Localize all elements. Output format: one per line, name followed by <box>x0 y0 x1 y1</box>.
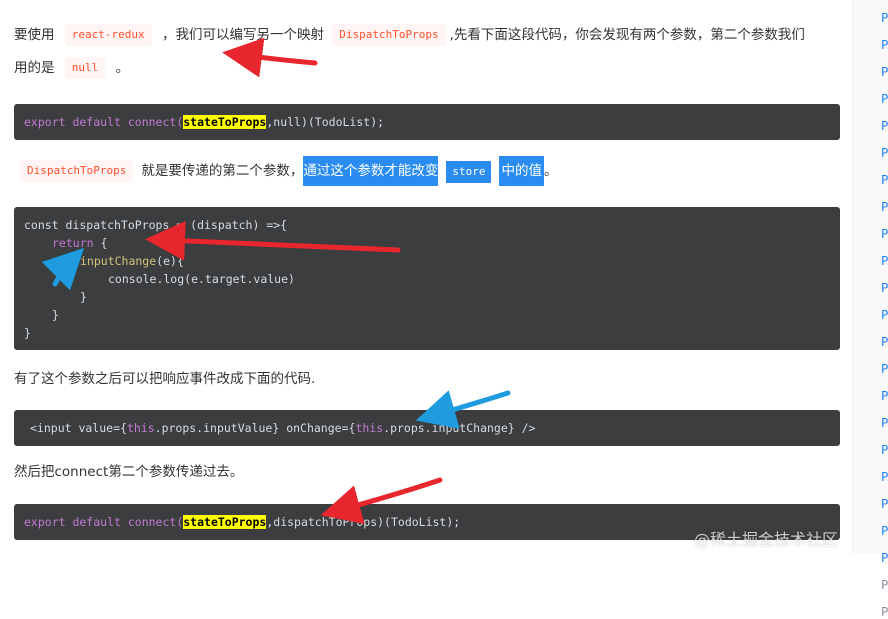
blue-arrow <box>41 247 85 291</box>
red-arrow <box>222 37 318 78</box>
toc-item[interactable]: P <box>881 578 888 592</box>
red-arrow <box>145 220 401 261</box>
annotation-arrows <box>41 37 511 525</box>
blue-arrow <box>415 390 511 429</box>
red-arrow <box>320 477 443 525</box>
toc-item[interactable]: P <box>881 605 888 619</box>
